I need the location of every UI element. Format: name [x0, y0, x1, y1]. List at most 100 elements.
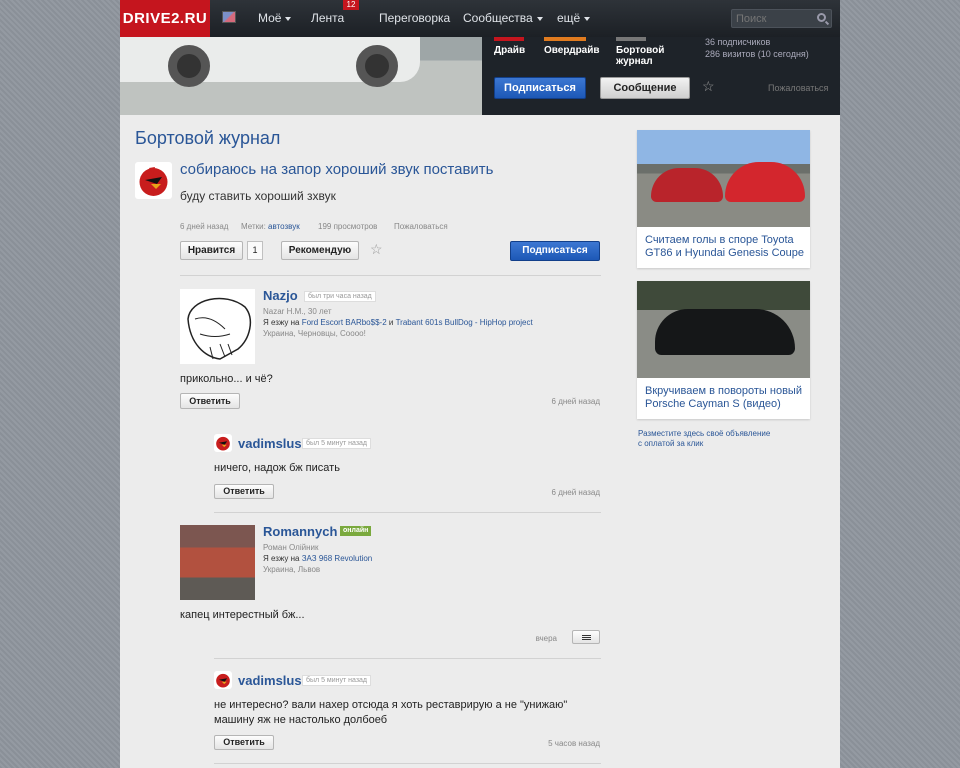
nav-lenta[interactable]: Лента — [311, 0, 344, 37]
angry-bird-icon — [139, 167, 168, 196]
post-views: 199 просмотров — [318, 222, 378, 231]
commenter-avatar[interactable] — [180, 289, 255, 364]
angry-bird-icon — [216, 673, 230, 688]
post-title[interactable]: собираюсь на запор хороший звук поставит… — [180, 161, 494, 178]
site-logo[interactable]: DRIVE2.RU — [120, 0, 210, 37]
nav-peregovorka[interactable]: Переговорка — [379, 0, 450, 37]
nav-moe-label: Моё — [258, 11, 282, 25]
card-photo — [637, 281, 810, 378]
category-drive[interactable]: Драйв — [494, 45, 525, 56]
reply-button[interactable]: Ответить — [214, 735, 274, 750]
comment-text: ничего, надож бж писать — [214, 462, 340, 474]
like-button[interactable]: Нравится — [180, 241, 243, 260]
reply-button[interactable]: Ответить — [180, 393, 240, 409]
car-wheel — [168, 45, 210, 87]
ad-placement-link[interactable]: Разместите здесь своё объявление с оплато… — [638, 429, 770, 449]
commenter-avatar[interactable] — [214, 671, 232, 689]
car-shape — [655, 309, 795, 355]
nav-moe[interactable]: Моё — [258, 0, 292, 37]
top-navbar: DRIVE2.RU Моё Лента 12 Переговорка Сообщ… — [120, 0, 840, 37]
category-bar-drive — [494, 37, 524, 41]
commenter-avatar[interactable] — [214, 434, 232, 452]
star-icon[interactable]: ☆ — [370, 241, 383, 258]
tags-label: Метки: — [241, 222, 266, 231]
nav-soobshchestva-label: Сообщества — [463, 11, 533, 25]
category-bar-journal — [616, 37, 646, 41]
car-link[interactable]: Ford Escort BARbo$$-2 — [302, 318, 387, 327]
subscribe-post-button[interactable]: Подписаться — [510, 241, 600, 261]
card-photo — [637, 130, 810, 227]
comment-text: прикольно... и чё? — [180, 373, 273, 385]
last-seen-badge: был 5 минут назад — [302, 675, 372, 686]
divider — [214, 763, 601, 764]
comment-date: вчера — [535, 634, 557, 643]
visits-count: 286 визитов (10 сегодня) — [705, 49, 809, 59]
search-box — [731, 9, 832, 28]
commenter-realname: Nazar H.M., 30 лет — [263, 307, 332, 316]
and-text: и — [388, 318, 394, 327]
sidebar-card[interactable]: Считаем голы в споре Toyota GT86 и Hyund… — [637, 130, 810, 268]
category-journal[interactable]: Бортовой журнал — [616, 45, 666, 67]
comment-text-line2: машину яж не настолько долбоеб — [214, 714, 388, 726]
search-input[interactable] — [734, 10, 814, 27]
sidebar-card[interactable]: Вкручиваем в повороты новый Porsche Caym… — [637, 281, 810, 419]
car-link[interactable]: Trabant 601s BullDog - HipHop project — [396, 318, 533, 327]
divider — [214, 658, 601, 659]
comment-text: капец интерестный бж... — [180, 609, 305, 621]
chevron-down-icon — [584, 16, 591, 21]
category-overdrive[interactable]: Овердрайв — [544, 45, 600, 56]
commenter-name[interactable]: Romannych — [263, 524, 337, 539]
comment-text-line1: не интересно? вали нахер отсюда я хоть р… — [214, 699, 568, 711]
comment-date: 6 дней назад — [551, 397, 600, 406]
last-seen-badge: был три часа назад — [304, 291, 376, 302]
post-complain-link[interactable]: Пожаловаться — [394, 222, 448, 231]
star-icon[interactable]: ☆ — [702, 78, 715, 95]
complain-profile-link[interactable]: Пожаловаться — [768, 83, 828, 93]
drive-label: Я езжу на — [263, 554, 300, 563]
like-count: 1 — [247, 241, 263, 260]
commenter-name[interactable]: vadimslus — [238, 436, 302, 451]
online-badge: онлайн — [340, 526, 372, 536]
comment-date: 6 дней назад — [551, 488, 600, 497]
sketch-avatar — [187, 297, 252, 360]
recommend-button[interactable]: Рекомендую — [281, 241, 359, 260]
commenter-location: Украина, Львов — [263, 565, 321, 574]
search-icon[interactable] — [817, 13, 826, 22]
post-body: буду ставить хороший зхвук — [180, 189, 336, 203]
chevron-down-icon — [285, 16, 292, 21]
chevron-down-icon — [536, 16, 543, 21]
flag-icon[interactable] — [222, 11, 236, 23]
reply-button[interactable]: Ответить — [214, 484, 274, 499]
nav-soobshchestva[interactable]: Сообщества — [463, 0, 543, 37]
notification-badge: 12 — [343, 0, 359, 10]
subscribe-profile-button[interactable]: Подписаться — [494, 77, 586, 99]
angry-bird-icon — [216, 436, 230, 451]
card-title-line2: Porsche Cayman S (видео) — [645, 398, 781, 410]
menu-icon[interactable] — [572, 630, 600, 644]
page-title: Бортовой журнал — [135, 128, 281, 148]
profile-header: Драйв Овердрайв Бортовой журнал 36 подпи… — [120, 37, 840, 115]
last-seen-badge: был 5 минут назад — [302, 438, 372, 449]
card-title-line1: Вкручиваем в повороты новый — [645, 385, 802, 397]
car-shape — [725, 162, 805, 202]
card-title-line1: Считаем голы в споре Toyota — [645, 234, 794, 246]
nav-more[interactable]: ещё — [557, 0, 591, 37]
author-avatar[interactable] — [135, 162, 172, 199]
tag-link[interactable]: автозвук — [268, 222, 300, 231]
comment-date: 5 часов назад — [548, 739, 600, 748]
car-link[interactable]: ЗАЗ 968 Revolution — [302, 554, 373, 563]
commenter-name[interactable]: Nazjo — [263, 288, 298, 303]
category-bar-overdrive — [544, 37, 586, 41]
drive-label: Я езжу на — [263, 318, 300, 327]
commenter-cars: Я езжу на Ford Escort BARbo$$-2 и Traban… — [263, 317, 533, 328]
commenter-location: Украина, Черновцы, Сoooo! — [263, 329, 366, 338]
divider — [214, 512, 601, 513]
post-date: 6 дней назад — [180, 222, 229, 231]
ad-line2: с оплатой за клик — [638, 439, 704, 448]
car-shape — [651, 168, 723, 202]
commenter-name[interactable]: vadimslus — [238, 673, 302, 688]
divider — [180, 275, 601, 276]
commenter-avatar[interactable] — [180, 525, 255, 600]
car-wheel — [356, 45, 398, 87]
message-button[interactable]: Сообщение — [600, 77, 690, 99]
